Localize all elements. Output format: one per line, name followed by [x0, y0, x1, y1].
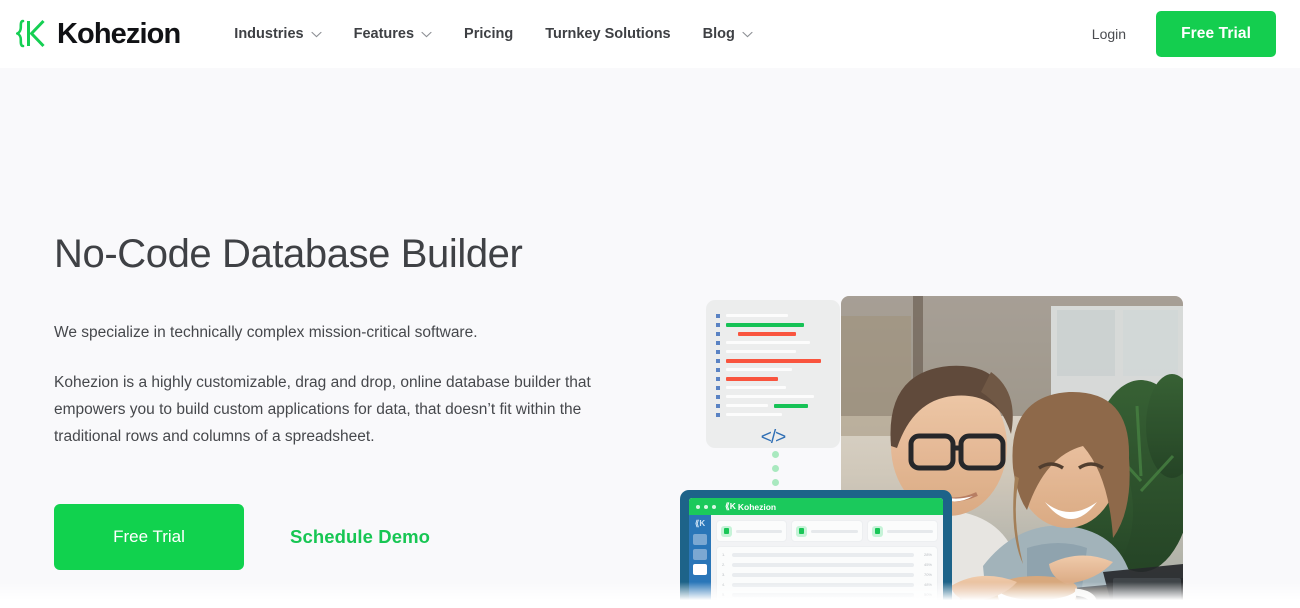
nav-item-blog[interactable]: Blog: [687, 18, 769, 50]
code-line: [716, 338, 830, 347]
kohezion-bracket-k-logo-icon: ⟪K: [725, 501, 736, 511]
nav-label: Industries: [234, 26, 304, 42]
code-line: [716, 329, 830, 338]
logo-text: Kohezion: [57, 17, 181, 50]
code-line: [716, 320, 830, 329]
code-line: [716, 401, 830, 410]
bottom-fade: [0, 582, 1300, 608]
sidebar-tile[interactable]: [693, 549, 707, 560]
app-logo: ⟪K Kohezion: [725, 501, 776, 512]
kohezion-bracket-k-logo-icon: [16, 18, 50, 50]
bullet-icon: [716, 322, 720, 327]
progress-track: [732, 572, 914, 577]
bullet-icon: [716, 403, 720, 408]
chevron-down-icon: [421, 31, 432, 38]
hero-cta-row: Free Trial Schedule Demo: [54, 504, 660, 571]
nav-label: Pricing: [464, 26, 514, 42]
hero-free-trial-button[interactable]: Free Trial: [54, 504, 244, 571]
nav-item-pricing[interactable]: Pricing: [448, 18, 529, 50]
progress-value: 28%: [923, 552, 932, 557]
code-line: [716, 374, 830, 383]
hero-section: No-Code Database Builder We specialize i…: [0, 68, 1300, 608]
bullet-icon: [716, 367, 720, 372]
bullet-icon: [716, 376, 720, 381]
widget-card[interactable]: [791, 520, 863, 542]
site-header: Kohezion Industries Features Pricing Tur…: [0, 0, 1300, 68]
window-dot-icon: [712, 504, 716, 509]
chevron-down-icon: [742, 31, 753, 38]
nav-label: Features: [353, 26, 415, 42]
sidebar-logo-icon: ⟪K: [694, 519, 706, 528]
code-line: [716, 311, 830, 320]
nav-label: Turnkey Solutions: [545, 26, 671, 42]
bullet-icon: [716, 313, 720, 318]
app-titlebar: ⟪K Kohezion: [689, 498, 943, 515]
header-actions: Login Free Trial: [1082, 11, 1276, 57]
row-index: 1.: [722, 552, 726, 557]
widget-card[interactable]: [716, 520, 788, 542]
code-brackets-icon: </>: [760, 427, 786, 448]
widget-card[interactable]: [866, 520, 938, 542]
code-line: [716, 365, 830, 374]
bullet-icon: [716, 331, 720, 336]
progress-row: 2. 45%: [722, 562, 932, 567]
bell-icon: [721, 525, 732, 537]
calendar-icon: [871, 525, 883, 537]
hero-lead-text: We specialize in technically complex mis…: [54, 324, 478, 341]
nav-item-industries[interactable]: Industries: [218, 18, 337, 50]
progress-row: 3. 70%: [722, 572, 932, 577]
nav-item-features[interactable]: Features: [338, 18, 448, 50]
flow-dot: [771, 479, 779, 486]
schedule-demo-link[interactable]: Schedule Demo: [290, 526, 430, 548]
bullet-icon: [716, 385, 720, 390]
header-free-trial-button[interactable]: Free Trial: [1156, 11, 1276, 57]
nav-label: Blog: [702, 26, 735, 42]
row-index: 3.: [722, 572, 726, 577]
progress-value: 45%: [923, 562, 932, 567]
hero-body-text: Kohezion is a highly customizable, drag …: [54, 374, 591, 445]
progress-track: [732, 552, 914, 557]
nav-item-turnkey-solutions[interactable]: Turnkey Solutions: [529, 18, 686, 50]
code-card: </>: [706, 300, 840, 448]
code-line: [716, 356, 830, 365]
bullet-icon: [716, 349, 720, 354]
archive-icon: [796, 525, 808, 537]
flow-dot: [771, 451, 779, 458]
progress-row: 1. 28%: [722, 552, 932, 557]
page-title: No-Code Database Builder: [54, 232, 523, 276]
progress-track: [732, 562, 914, 567]
sidebar-tile[interactable]: [693, 534, 707, 545]
progress-value: 70%: [923, 572, 932, 577]
hero-copy: No-Code Database Builder We specialize i…: [0, 68, 660, 608]
bullet-icon: [716, 394, 720, 399]
bullet-icon: [716, 340, 720, 345]
window-dot-icon: [704, 504, 708, 509]
chevron-down-icon: [311, 31, 322, 38]
hero-illustration: </> ⟪K Kohezion ⟪K 1. 28% 2. 45% 3. 70%: [680, 296, 1200, 608]
code-line: [716, 410, 830, 419]
code-line: [716, 383, 830, 392]
logo[interactable]: Kohezion: [12, 17, 181, 50]
window-dot-icon: [696, 504, 700, 509]
code-line: [716, 347, 830, 356]
bullet-icon: [716, 412, 720, 417]
widget-row: [716, 520, 938, 542]
sidebar-tile-active[interactable]: [693, 564, 707, 575]
login-link[interactable]: Login: [1082, 20, 1136, 48]
app-name: Kohezion: [737, 501, 777, 512]
main-navigation: Industries Features Pricing Turnkey Solu…: [218, 18, 769, 50]
bullet-icon: [716, 358, 720, 363]
row-index: 2.: [722, 562, 726, 567]
flow-dot: [771, 465, 779, 472]
code-line: [716, 392, 830, 401]
